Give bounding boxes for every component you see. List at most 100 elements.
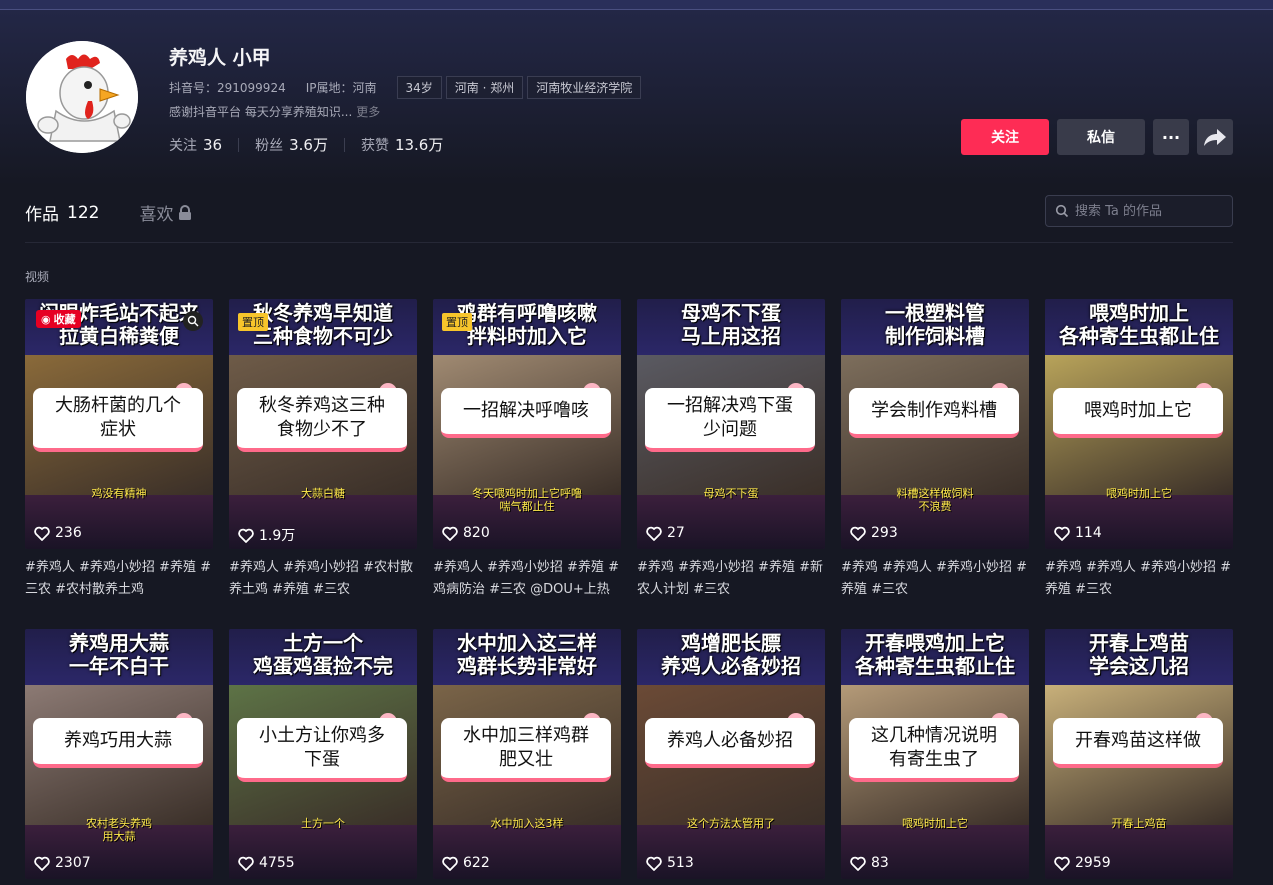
like-count: 2959 <box>1054 855 1111 871</box>
video-caption-card: 一招解决鸡下蛋 少问题 <box>645 388 815 452</box>
video-description[interactable]: #养鸡人 #养鸡小妙招 #养殖 #三农 #农村散养土鸡 <box>25 557 213 601</box>
video-description[interactable]: #养鸡人 #养鸡小妙招 #农村散养土鸡 #养殖 #三农 <box>229 557 417 601</box>
search-box[interactable] <box>1045 195 1233 227</box>
like-count-value: 27 <box>667 525 685 541</box>
heart-icon <box>646 856 662 871</box>
video-thumbnail[interactable]: 水中加入这三样 鸡群长势非常好水中加三样鸡群 肥又壮水中加入这3样 622 <box>433 629 621 879</box>
tab-likes[interactable]: 喜欢 <box>139 200 192 225</box>
search-input[interactable] <box>1073 202 1227 220</box>
video-subtitle: 这个方法太管用了 <box>687 817 775 830</box>
like-count: 83 <box>850 855 889 871</box>
pin-icon: ◉ <box>41 312 51 326</box>
video-caption-card: 开春鸡苗这样做 <box>1053 718 1223 768</box>
video-subtitle: 喂鸡时加上它 <box>902 817 968 830</box>
section-label: 视频 <box>25 270 50 284</box>
heart-icon <box>646 526 662 541</box>
like-count: 622 <box>442 855 490 871</box>
share-button[interactable] <box>1197 119 1233 155</box>
video-caption-card: 这几种情况说明 有寄生虫了 <box>849 718 1019 782</box>
video-description[interactable]: #养鸡 #养鸡人 #养鸡小妙招 #养殖 #三农 <box>841 557 1029 601</box>
more-button[interactable]: ··· <box>1153 119 1189 155</box>
video-subtitle: 大蒜白糖 <box>301 487 345 500</box>
save-badge[interactable]: ◉ 收藏 <box>36 310 81 328</box>
video-thumbnail[interactable]: 闷眼炸毛站不起来 拉黄白稀粪便 大肠杆菌的几个 症状 鸡没有精神 236 ◉ 收藏 <box>25 299 213 549</box>
stat-value: 13.6万 <box>394 136 444 154</box>
ip-location: IP属地：河南 <box>305 81 377 95</box>
video-thumbnail[interactable]: 鸡群有呼噜咳嗽 拌料时加入它 一招解决呼噜咳 冬天喂鸡时加上它呼噜 喘气都止住 820… <box>433 299 621 549</box>
heart-icon <box>238 528 254 543</box>
video-cover-title: 母鸡不下蛋 马上用这招 <box>637 299 825 355</box>
like-count-value: 293 <box>871 525 898 541</box>
like-count: 236 <box>34 525 82 541</box>
like-count-value: 513 <box>667 855 694 871</box>
bio-more-link[interactable]: 更多 <box>356 105 380 119</box>
heart-icon <box>850 526 866 541</box>
heart-icon <box>1054 526 1070 541</box>
profile-tag: 34岁 <box>396 76 442 99</box>
search-icon <box>1055 204 1069 218</box>
video-thumbnail[interactable]: 母鸡不下蛋 马上用这招一招解决鸡下蛋 少问题母鸡不下蛋 27 <box>637 299 825 549</box>
video-description[interactable]: #养鸡 #养鸡人 #养鸡小妙招 #养殖 #三农 <box>1045 557 1233 601</box>
bio-text: 感谢抖音平台 每天分享养殖知识... <box>169 105 353 119</box>
video-subtitle: 母鸡不下蛋 <box>703 487 759 500</box>
video-cover-title: 喂鸡时加上 各种寄生虫都止住 <box>1045 299 1233 355</box>
share-icon <box>1204 129 1226 146</box>
video-subtitle: 喂鸡时加上它 <box>1106 487 1172 500</box>
stat-value: 3.6万 <box>289 136 328 154</box>
video-subtitle: 冬天喂鸡时加上它呼噜 喘气都止住 <box>472 487 582 513</box>
video-cover-title: 养鸡用大蒜 一年不白干 <box>25 629 213 685</box>
follow-button[interactable]: 关注 <box>961 119 1049 155</box>
video-subtitle: 鸡没有精神 <box>91 487 147 500</box>
heart-icon <box>850 856 866 871</box>
video-description[interactable]: #养鸡 #养鸡小妙招 #养殖 #新农人计划 #三农 <box>637 557 825 601</box>
video-subtitle: 水中加入这3样 <box>490 817 564 830</box>
like-count: 293 <box>850 525 898 541</box>
like-count: 513 <box>646 855 694 871</box>
like-count: 4755 <box>238 855 295 871</box>
video-caption-card: 水中加三样鸡群 肥又壮 <box>441 718 611 782</box>
tab-works[interactable]: 作品 122 <box>25 200 99 226</box>
video-thumbnail[interactable]: 开春喂鸡加上它 各种寄生虫都止住这几种情况说明 有寄生虫了喂鸡时加上它 83 <box>841 629 1029 879</box>
video-thumbnail[interactable]: 秋冬养鸡早知道 三种食物不可少 秋冬养鸡这三种 食物少不了 大蒜白糖 1.9万 置顶 <box>229 299 417 549</box>
heart-icon <box>238 856 254 871</box>
stat-followers[interactable]: 粉丝 3.6万 <box>255 134 328 155</box>
video-subtitle: 料槽这样做饲料 不浪费 <box>896 487 974 513</box>
video-caption-card: 学会制作鸡料槽 <box>849 388 1019 438</box>
heart-icon <box>442 856 458 871</box>
video-cover-title: 水中加入这三样 鸡群长势非常好 <box>433 629 621 685</box>
like-count-value: 236 <box>55 525 82 541</box>
video-caption-card: 一招解决呼噜咳 <box>441 388 611 438</box>
video-description[interactable]: #养鸡人 #养鸡小妙招 #养殖 #鸡病防治 #三农 @DOU+上热门 <box>433 557 621 601</box>
video-thumbnail[interactable]: 开春上鸡苗 学会这几招 开春鸡苗这样做 开春上鸡苗 2959 <box>1045 629 1233 879</box>
rooster-icon <box>26 41 138 153</box>
video-caption-card: 大肠杆菌的几个 症状 <box>33 388 203 452</box>
video-thumbnail[interactable]: 鸡增肥长膘 养鸡人必备妙招 养鸡人必备妙招 这个方法太管用了 513 <box>637 629 825 879</box>
like-count-value: 622 <box>463 855 490 871</box>
douyin-id: 抖音号：291099924 <box>169 81 286 95</box>
video-thumbnail[interactable]: 土方一个 鸡蛋鸡蛋捡不完 小土方让你鸡多 下蛋 土方一个 4755 <box>229 629 417 879</box>
visual-search-icon[interactable] <box>183 311 203 331</box>
video-thumbnail[interactable]: 养鸡用大蒜 一年不白干 养鸡巧用大蒜 农村老头养鸡 用大蒜 2307 <box>25 629 213 879</box>
video-thumbnail[interactable]: 一根塑料管 制作饲料槽 学会制作鸡料槽 料槽这样做饲料 不浪费 293 <box>841 299 1029 549</box>
like-count-value: 2307 <box>55 855 91 871</box>
message-button[interactable]: 私信 <box>1057 119 1145 155</box>
lock-icon <box>179 204 192 220</box>
tab-label: 作品 <box>25 205 59 225</box>
video-subtitle: 土方一个 <box>301 817 345 830</box>
video-cover-title: 开春喂鸡加上它 各种寄生虫都止住 <box>841 629 1029 685</box>
like-count-value: 2959 <box>1075 855 1111 871</box>
profile-tag: 河南 · 郑州 <box>445 76 524 99</box>
tabs-divider <box>25 242 1233 243</box>
stat-following[interactable]: 关注 36 <box>169 135 222 155</box>
stat-label: 关注 <box>169 137 197 154</box>
like-count-value: 1.9万 <box>259 528 296 544</box>
heart-icon <box>34 856 50 871</box>
tab-label: 喜欢 <box>139 205 174 225</box>
video-thumbnail[interactable]: 喂鸡时加上 各种寄生虫都止住 喂鸡时加上它 喂鸡时加上它 114 <box>1045 299 1233 549</box>
profile-tabs: 作品 122 喜欢 <box>25 200 232 225</box>
avatar[interactable] <box>26 41 138 153</box>
heart-icon <box>442 526 458 541</box>
like-count-value: 4755 <box>259 855 295 871</box>
like-count: 27 <box>646 525 685 541</box>
video-caption-card: 小土方让你鸡多 下蛋 <box>237 718 407 782</box>
